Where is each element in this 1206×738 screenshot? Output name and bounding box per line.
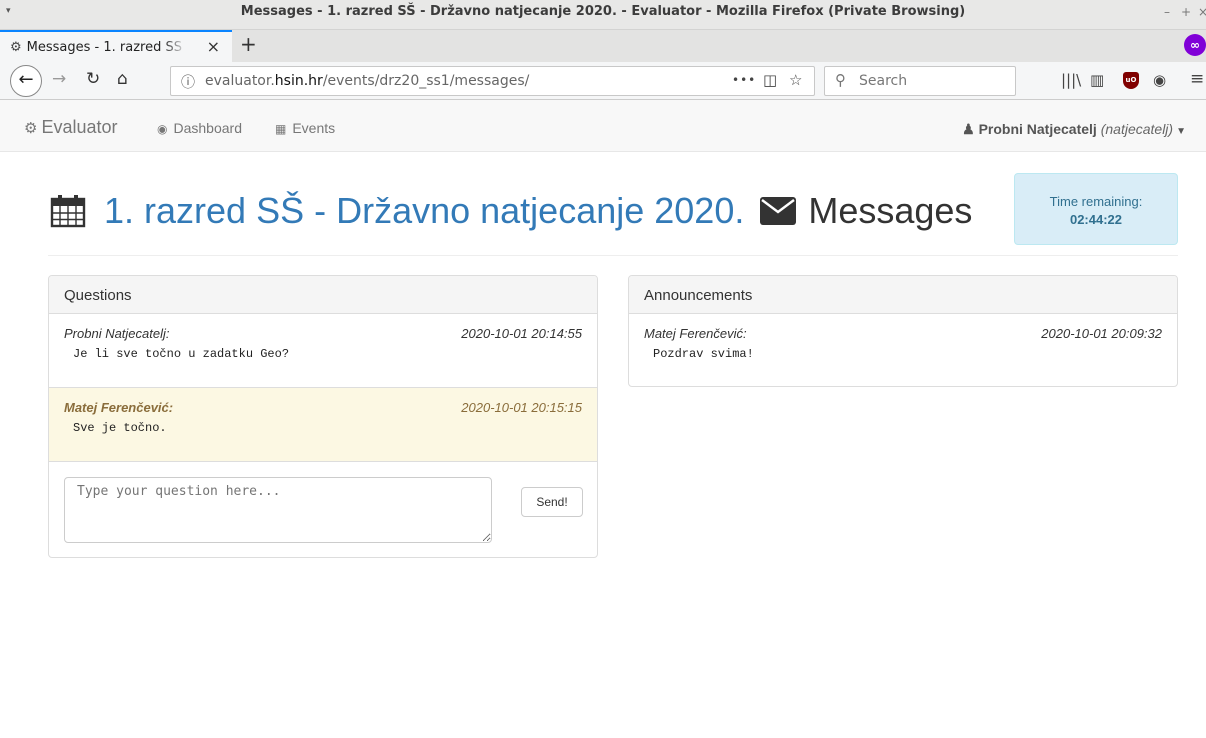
question-message: Probni Natjecatelj: 2020-10-01 20:14:55 … xyxy=(49,314,597,388)
library-icon[interactable]: |||\ xyxy=(1061,71,1081,89)
minimize-icon[interactable]: – xyxy=(1164,5,1170,19)
app-navbar: ⚙ Evaluator ◉ Dashboard ▦ Events ♟ Probni N… xyxy=(0,100,1206,152)
window-title: Messages - 1. razred SŠ - Državno natjec… xyxy=(240,4,966,19)
cogs-icon: ⚙ xyxy=(10,39,22,55)
nav-toolbar: ← → ↻ ⌂ ⓘ evaluator.hsin.hr/events/drz20… xyxy=(0,62,1206,100)
announcements-panel: Announcements Matej Ferenčević: 2020-10-… xyxy=(628,275,1178,387)
user-handle: (natjecatelj) xyxy=(1100,121,1174,137)
search-bar[interactable]: ⚲ Search xyxy=(824,66,1016,96)
nav-dashboard-label: Dashboard xyxy=(173,120,242,136)
back-button[interactable]: ← xyxy=(10,65,42,97)
url-text[interactable]: evaluator.hsin.hr/events/drz20_ss1/messa… xyxy=(205,73,529,89)
time-remaining-label: Time remaining: xyxy=(1049,194,1143,209)
close-window-icon[interactable]: × xyxy=(1198,5,1206,19)
message-text: Pozdrav svima! xyxy=(653,347,754,361)
divider xyxy=(48,255,1178,256)
dashboard-icon: ◉ xyxy=(157,122,168,136)
tab-close-icon[interactable]: × xyxy=(207,37,220,56)
question-input[interactable] xyxy=(64,477,492,543)
calendar-icon: ▦ xyxy=(275,122,287,136)
question-form: Send! xyxy=(49,462,597,557)
home-icon[interactable]: ⌂ xyxy=(117,69,128,89)
sidebar-icon[interactable]: ▥ xyxy=(1090,71,1104,89)
brand-link[interactable]: ⚙ Evaluator xyxy=(24,117,118,138)
caret-down-icon: ▼ xyxy=(1176,126,1186,137)
nav-events[interactable]: ▦ Events xyxy=(275,120,335,136)
page-title: 1. razred SŠ - Državno natjecanje 2020. … xyxy=(50,190,972,232)
envelope-icon xyxy=(760,197,797,225)
search-placeholder: Search xyxy=(859,73,908,89)
extension-icon[interactable]: ◉ xyxy=(1153,71,1166,89)
user-name: Probni Natjecatelj xyxy=(978,121,1097,137)
message-time: 2020-10-01 20:09:32 xyxy=(1041,326,1162,341)
window-titlebar: ▾ Messages - 1. razred SŠ - Državno natj… xyxy=(0,0,1206,30)
new-tab-button[interactable]: + xyxy=(240,32,257,56)
search-icon: ⚲ xyxy=(835,71,846,89)
time-remaining-value: 02:44:22 xyxy=(1069,212,1123,227)
questions-heading: Questions xyxy=(49,276,597,314)
ublock-icon[interactable]: uO xyxy=(1123,72,1139,89)
message-text: Sve je točno. xyxy=(73,421,167,435)
announcement-message: Matej Ferenčević: 2020-10-01 20:09:32 Po… xyxy=(629,314,1177,386)
nav-events-label: Events xyxy=(292,120,336,136)
tab-messages[interactable]: ⚙ Messages - 1. razred SŠ × xyxy=(0,30,232,62)
nav-dashboard[interactable]: ◉ Dashboard xyxy=(157,120,242,136)
calendar-icon xyxy=(50,195,86,228)
section-title: Messages xyxy=(808,190,973,231)
forward-icon[interactable]: → xyxy=(52,69,66,89)
page-actions-icon[interactable]: ••• xyxy=(732,73,756,87)
private-browsing-icon: ∞ xyxy=(1184,34,1206,56)
user-menu[interactable]: ♟ Probni Natjecatelj (natjecatelj) ▼ xyxy=(962,121,1186,138)
user-icon: ♟ xyxy=(962,121,975,137)
event-title-link[interactable]: 1. razred SŠ - Državno natjecanje 2020. xyxy=(104,190,744,232)
cogs-icon: ⚙ xyxy=(24,120,38,137)
reload-icon[interactable]: ↻ xyxy=(86,69,100,89)
hamburger-menu-icon[interactable]: ≡ xyxy=(1190,69,1204,89)
url-bar[interactable]: ⓘ evaluator.hsin.hr/events/drz20_ss1/mes… xyxy=(170,66,815,96)
message-time: 2020-10-01 20:15:15 xyxy=(461,400,582,415)
bookmark-star-icon[interactable]: ☆ xyxy=(789,71,802,89)
message-time: 2020-10-01 20:14:55 xyxy=(461,326,582,341)
tab-title: Messages - 1. razred SŠ xyxy=(26,39,182,55)
answer-message: Matej Ferenčević: 2020-10-01 20:15:15 Sv… xyxy=(49,388,597,462)
tab-strip: ⚙ Messages - 1. razred SŠ × + ∞ xyxy=(0,30,1206,62)
announcements-heading: Announcements xyxy=(629,276,1177,314)
message-text: Je li sve točno u zadatku Geo? xyxy=(73,347,290,361)
maximize-icon[interactable]: + xyxy=(1181,5,1191,19)
send-button[interactable]: Send! xyxy=(521,487,583,517)
brand-label: Evaluator xyxy=(41,117,118,137)
pocket-icon[interactable]: ◫ xyxy=(763,71,777,89)
info-icon[interactable]: ⓘ xyxy=(181,72,195,92)
time-remaining-box: Time remaining: 02:44:22 xyxy=(1014,173,1178,245)
questions-panel: Questions Probni Natjecatelj: 2020-10-01… xyxy=(48,275,598,558)
